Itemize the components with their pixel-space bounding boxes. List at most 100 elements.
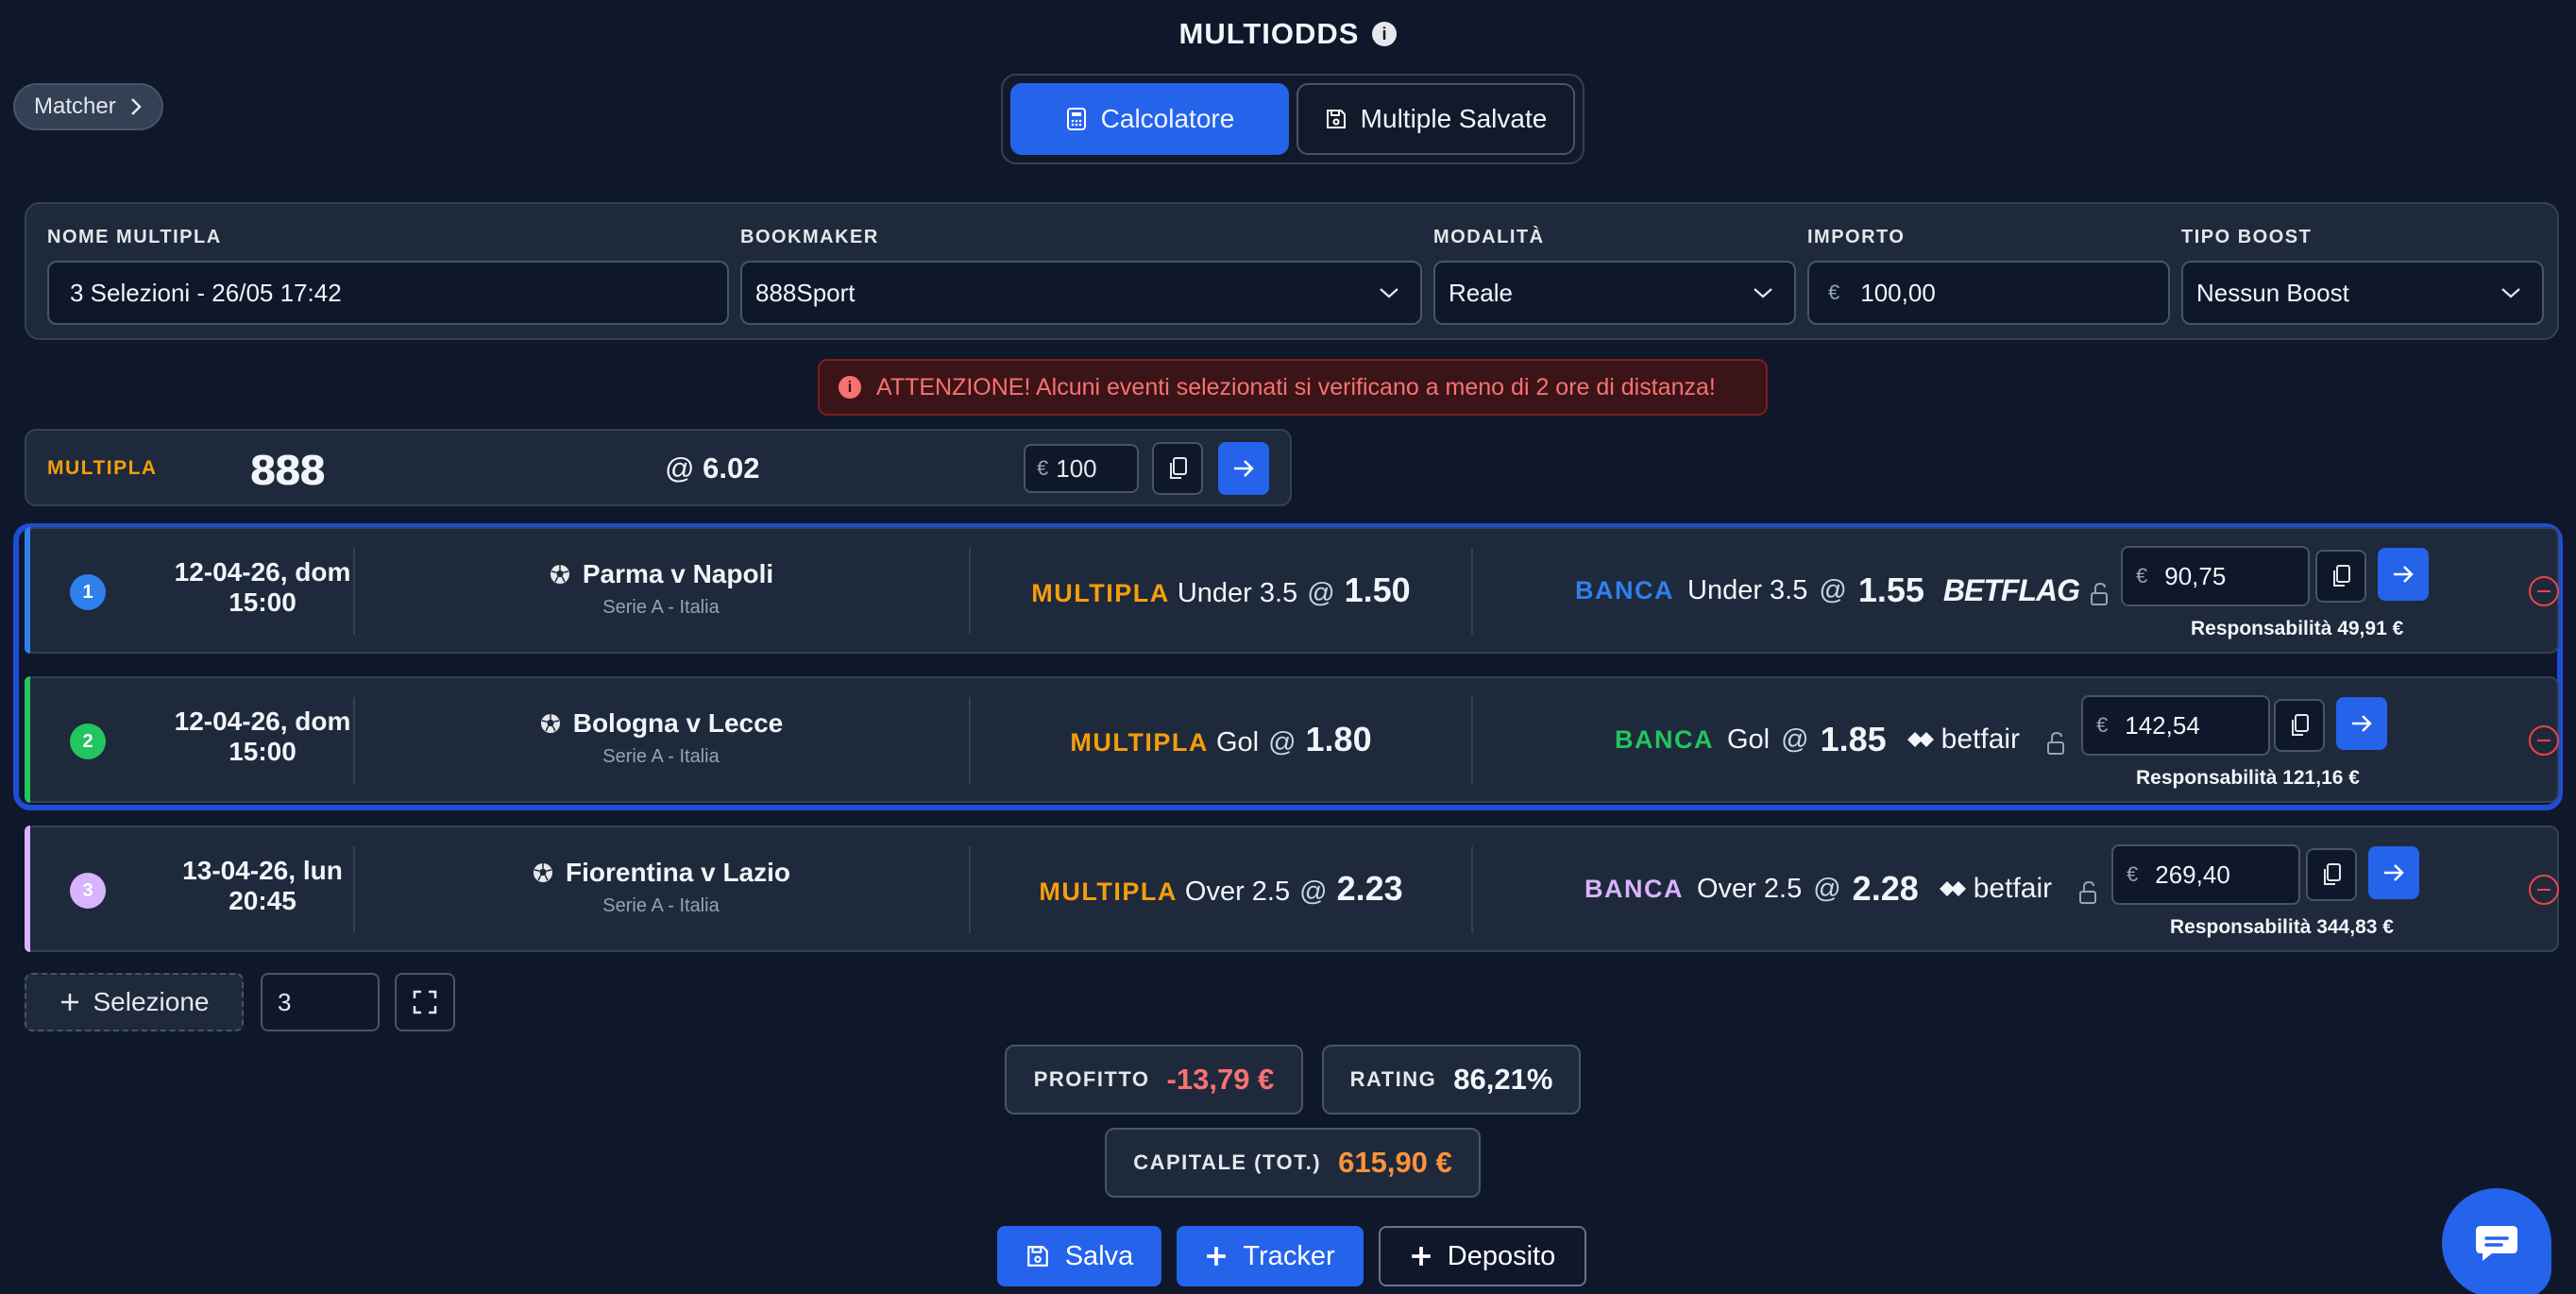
match-name: Fiorentina v Lazio: [565, 858, 791, 887]
importo-input[interactable]: € 100,00: [1807, 261, 2170, 325]
selection-count-input[interactable]: 3: [261, 973, 380, 1031]
copy-button[interactable]: [2306, 848, 2357, 901]
open-bookmaker-button[interactable]: [1218, 442, 1269, 495]
lay-stake-input[interactable]: €269,40: [2111, 844, 2300, 905]
open-exchange-button[interactable]: [2368, 846, 2419, 899]
event-day: 13-04-26, lun: [182, 856, 343, 885]
currency-symbol: €: [1037, 456, 1049, 480]
at-sign: @: [1268, 727, 1296, 758]
open-exchange-button[interactable]: [2378, 548, 2429, 601]
tracker-label: Tracker: [1243, 1240, 1335, 1271]
arrow-right-icon: [1234, 460, 1254, 477]
title-text: MULTIODDS: [1178, 17, 1360, 50]
copy-button[interactable]: [2315, 550, 2366, 603]
capitale-label: CAPITALE (TOT.): [1133, 1150, 1322, 1174]
lay-stake-value: 142,54: [2125, 710, 2200, 740]
selection-row: 1 12-04-26, dom 15:00 Parma v Napoli Serie A…: [25, 527, 2559, 654]
event-time: 15:00: [229, 587, 297, 617]
unlock-icon: [2079, 880, 2096, 904]
league-name: Serie A - Italia: [602, 746, 720, 767]
lay-stake-input[interactable]: €142,54: [2081, 695, 2270, 756]
unlock-icon: [2091, 582, 2108, 605]
alert-text: ATTENZIONE! Alcuni eventi selezionati si…: [876, 373, 1716, 400]
league-name: Serie A - Italia: [602, 597, 720, 618]
copy-button[interactable]: [2274, 699, 2325, 752]
soccer-ball-icon: [540, 714, 560, 733]
market-name: Under 3.5: [1177, 578, 1298, 608]
arrow-right-icon: [2352, 715, 2372, 732]
divider: [1471, 548, 1473, 635]
remove-selection-icon[interactable]: [2529, 576, 2559, 606]
profitto-value: -13,79 €: [1166, 1063, 1275, 1096]
save-icon: [1026, 1246, 1048, 1267]
modalita-select[interactable]: Reale: [1433, 261, 1796, 325]
exchange-name: betfair: [1973, 873, 2053, 904]
matcher-button[interactable]: Matcher: [13, 83, 163, 130]
tipo-boost-select[interactable]: Nessun Boost: [2181, 261, 2544, 325]
liability-text: Responsabilità 344,83 €: [2170, 916, 2394, 938]
lock-toggle[interactable]: [2045, 731, 2066, 756]
profitto-label: PROFITTO: [1033, 1067, 1150, 1091]
multipla-tag: MULTIPLA: [1039, 877, 1178, 906]
currency-symbol: €: [2096, 713, 2109, 737]
plus-icon: [1411, 1247, 1431, 1266]
tab-multiple-salvate-label: Multiple Salvate: [1360, 104, 1548, 133]
tipo-boost-field: TIPO BOOST Nessun Boost: [2181, 227, 2544, 325]
multipla-summary: MULTIPLA 888 @ 6.02 € 100: [25, 429, 1292, 506]
remove-selection-icon[interactable]: [2529, 875, 2559, 905]
event-date: 12-04-26, dom 15:00: [144, 707, 381, 767]
chat-icon: [2476, 1226, 2517, 1261]
lay-stake-value: 269,40: [2155, 860, 2230, 889]
event-time: 20:45: [229, 886, 297, 915]
soccer-ball-icon: [533, 863, 552, 882]
lock-toggle[interactable]: [2077, 880, 2098, 905]
deposito-label: Deposito: [1447, 1240, 1556, 1271]
multipla-tag: MULTIPLA: [1031, 579, 1170, 607]
chevron-down-icon: [2501, 288, 2520, 298]
divider: [1471, 697, 1473, 784]
betfair-logo: betfair: [1938, 873, 2052, 905]
banca-tag: BANCA: [1585, 874, 1684, 903]
save-button[interactable]: Salva: [997, 1226, 1161, 1286]
market-name: Gol: [1215, 727, 1260, 758]
multipla-market: MULTIPLA Under 3.5 @1.50: [971, 570, 1471, 610]
add-selection-button[interactable]: Selezione: [25, 973, 244, 1031]
chevron-right-icon: [130, 98, 142, 115]
betfair-logo-icon: [1939, 881, 1966, 896]
banca-tag: BANCA: [1615, 724, 1714, 754]
multipla-stake-input[interactable]: € 100: [1024, 444, 1139, 493]
copy-button[interactable]: [1152, 442, 1203, 495]
selection-count-value: 3: [278, 987, 292, 1016]
plus-icon: [60, 994, 78, 1011]
selection-row: 2 12-04-26, dom 15:00 Bologna v Lecce Serie …: [25, 676, 2559, 803]
copy-icon: [2292, 714, 2309, 736]
chevron-down-icon: [1754, 288, 1772, 298]
expand-icon: [413, 990, 437, 1014]
bookmaker-label: BOOKMAKER: [740, 227, 879, 247]
selection-number: 2: [70, 724, 106, 759]
match-name: Parma v Napoli: [582, 559, 774, 588]
tab-multiple-salvate[interactable]: Multiple Salvate: [1296, 83, 1575, 155]
deposito-button[interactable]: Deposito: [1379, 1226, 1586, 1286]
lock-toggle[interactable]: [2089, 582, 2110, 606]
info-icon[interactable]: i: [1372, 22, 1398, 46]
remove-selection-icon[interactable]: [2529, 725, 2559, 756]
tracker-button[interactable]: Tracker: [1177, 1226, 1364, 1286]
lay-market-name: Under 3.5: [1687, 574, 1808, 605]
chat-widget-button[interactable]: [2442, 1188, 2551, 1294]
lay-market: BANCA Under 3.5 @1.55 BETFLAG: [1575, 570, 2080, 610]
open-exchange-button[interactable]: [2336, 697, 2387, 750]
bookmaker-select[interactable]: 888Sport: [740, 261, 1422, 325]
fullscreen-button[interactable]: [395, 973, 455, 1031]
event-time: 15:00: [229, 737, 297, 766]
lay-market-name: Gol: [1727, 724, 1771, 755]
bookmaker-field: BOOKMAKER 888Sport: [740, 227, 1422, 325]
betfair-logo-icon: [1907, 732, 1934, 747]
liability-text: Responsabilità 49,91 €: [2191, 618, 2404, 639]
nome-multipla-input[interactable]: 3 Selezioni - 26/05 17:42: [47, 261, 729, 325]
copy-icon: [2324, 863, 2341, 885]
lay-stake-input[interactable]: €90,75: [2121, 546, 2310, 606]
nome-multipla-field: NOME MULTIPLA 3 Selezioni - 26/05 17:42: [47, 227, 729, 325]
page-title: MULTIODDS i: [0, 17, 2576, 51]
tab-calcolatore[interactable]: Calcolatore: [1010, 83, 1289, 155]
